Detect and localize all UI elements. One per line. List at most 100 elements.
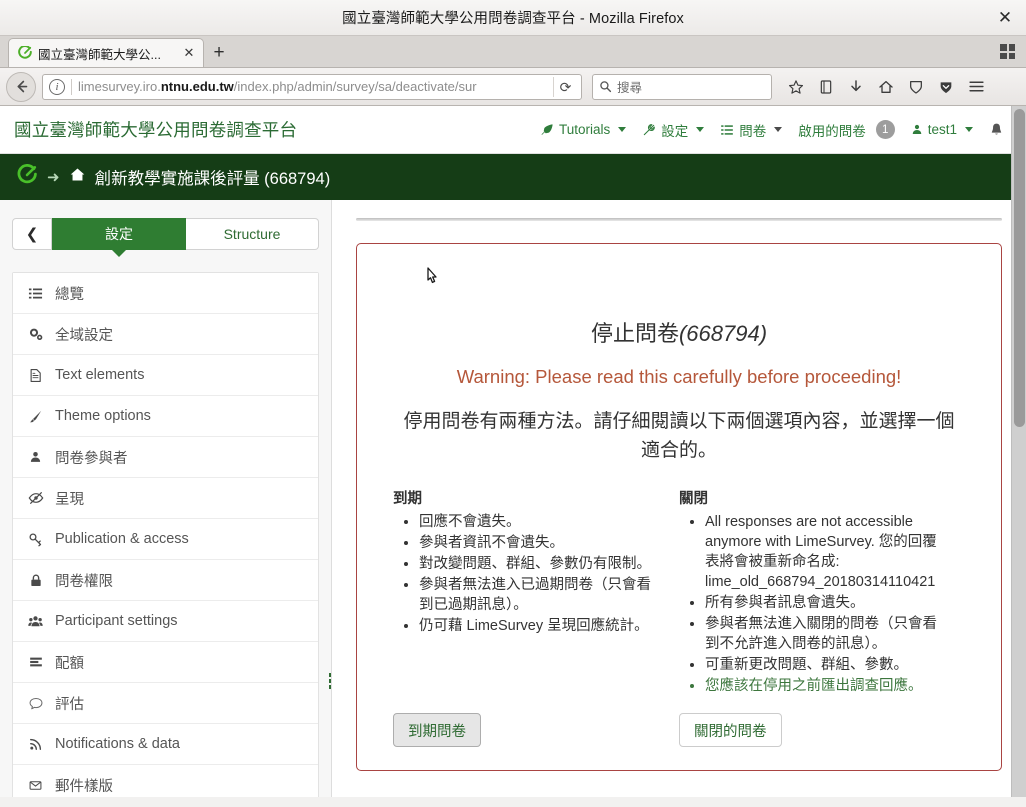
- app-navbar: 國立臺灣師範大學公用問卷調查平台 Tutorials 設定 問卷 啟用的問卷 1…: [0, 106, 1026, 154]
- search-icon: [600, 81, 612, 93]
- sidebar-item-survey-permissions[interactable]: 問卷權限: [13, 560, 318, 601]
- downloads-icon[interactable]: [842, 73, 870, 101]
- menu-item-surveys[interactable]: 問卷: [720, 120, 766, 140]
- action-buttons: 到期問卷 關閉的問卷: [393, 267, 965, 747]
- chevron-down-icon: [965, 127, 973, 132]
- sidebar-item-global-settings[interactable]: 全域設定: [13, 314, 318, 355]
- menu-item-user[interactable]: test1: [911, 122, 973, 137]
- chevron-down-icon-surveys[interactable]: [774, 127, 783, 132]
- tab-settings[interactable]: 設定: [52, 218, 186, 250]
- sidebar-item-theme-options[interactable]: Theme options: [13, 396, 318, 437]
- browser-tab-title: 國立臺灣師範大學公...: [38, 47, 161, 62]
- sidebar-item-label: Text elements: [55, 367, 145, 383]
- content-divider: [356, 218, 1002, 221]
- window-title: 國立臺灣師範大學公用問卷調查平台 - Mozilla Firefox: [342, 11, 684, 27]
- sidebar-item-notifications-data[interactable]: Notifications & data: [13, 724, 318, 765]
- user-icon: [27, 450, 44, 464]
- reload-icon[interactable]: ⟳: [553, 76, 577, 97]
- tab-structure[interactable]: Structure: [186, 218, 319, 250]
- sidebar-item-email-templates[interactable]: 郵件樣版: [13, 765, 318, 797]
- sidebar-collapse-button[interactable]: ❮: [12, 218, 52, 250]
- list-icon: [721, 124, 734, 135]
- option-expire: 到期 回應不會遺失。 參與者資訊不會遺失。 對改變問題、群組、參數仍有限制。 參…: [393, 487, 679, 697]
- close-survey-button[interactable]: 關閉的問卷: [679, 713, 782, 747]
- home-icon[interactable]: [69, 166, 86, 188]
- new-tab-button[interactable]: +: [204, 39, 234, 67]
- sidebar-item-participant-settings[interactable]: Participant settings: [13, 601, 318, 642]
- list-item: 可重新更改問題、群組、參數。: [705, 655, 951, 675]
- browser-tabstrip: 國立臺灣師範大學公... ✕ +: [0, 36, 1026, 68]
- page-scrollbar[interactable]: [1011, 106, 1026, 797]
- sidebar-item-label: 配額: [55, 655, 84, 672]
- comment-icon: [27, 696, 44, 711]
- pocket-icon[interactable]: [932, 73, 960, 101]
- expire-survey-button[interactable]: 到期問卷: [393, 713, 481, 747]
- limesurvey-logo-icon: [16, 163, 38, 191]
- bars-icon: [27, 655, 44, 669]
- back-button[interactable]: [6, 71, 36, 102]
- paintbrush-icon: [27, 409, 44, 424]
- sidebar-item-label: 郵件樣版: [55, 779, 113, 795]
- url-bar[interactable]: i limesurvey.iro.ntnu.edu.tw/index.php/a…: [42, 73, 582, 100]
- app-menu: Tutorials 設定 問卷 啟用的問卷 1 test1: [540, 120, 1012, 140]
- list-item: All responses are not accessible anymore…: [705, 512, 951, 592]
- menu-item-notifications[interactable]: [989, 122, 1004, 137]
- breadcrumb: ➜ 創新教學實施課後評量 (668794): [0, 154, 1026, 200]
- sidebar-item-label: 呈現: [55, 491, 84, 508]
- rss-icon: [27, 737, 44, 751]
- sidebar-item-publication-access[interactable]: Publication & access: [13, 519, 318, 560]
- bookmark-star-icon[interactable]: [782, 73, 810, 101]
- list-item: 回應不會遺失。: [419, 512, 665, 532]
- option-close-heading: 關閉: [679, 491, 708, 507]
- sidebar-item-overview[interactable]: 總覽: [13, 273, 318, 314]
- chevron-down-icon: [696, 127, 705, 132]
- sidebar-item-text-elements[interactable]: Text elements: [13, 355, 318, 396]
- list-item: 仍可藉 LimeSurvey 呈現回應統計。: [419, 616, 665, 636]
- menu-item-surveys-label: 問卷: [739, 123, 767, 139]
- sidebar-item-label: 評估: [55, 696, 84, 713]
- sidebar-item-label: 問卷權限: [55, 573, 113, 590]
- file-text-icon: [27, 368, 44, 383]
- url-prefix: limesurvey.iro.: [78, 79, 161, 94]
- sidebar-item-assessments[interactable]: 評估: [13, 683, 318, 724]
- app-brand[interactable]: 國立臺灣師範大學公用問卷調查平台: [14, 117, 297, 142]
- hamburger-menu-icon[interactable]: [962, 73, 990, 101]
- menu-item-active-surveys[interactable]: 啟用的問卷 1: [798, 120, 895, 140]
- home-icon[interactable]: [872, 73, 900, 101]
- browser-tab[interactable]: 國立臺灣師範大學公... ✕: [8, 38, 204, 67]
- users-icon: [27, 614, 44, 629]
- option-close-bullets: All responses are not accessible anymore…: [679, 512, 951, 696]
- list-item: 對改變問題、群組、參數仍有限制。: [419, 554, 665, 574]
- tab-close-icon[interactable]: ✕: [181, 45, 197, 61]
- sidebar-item-presentation[interactable]: 呈現: [13, 478, 318, 519]
- page-scrollbar-thumb[interactable]: [1014, 109, 1025, 427]
- menu-item-settings[interactable]: 設定: [642, 120, 705, 140]
- firefox-window: 國立臺灣師範大學公用問卷調查平台 - Mozilla Firefox ✕ 國立臺…: [0, 0, 1026, 807]
- deactivate-panel: 停止問卷(668794) Warning: Please read this c…: [356, 243, 1002, 771]
- rocket-icon: [541, 123, 553, 135]
- menu-item-user-label: test1: [927, 122, 957, 137]
- sidebar-item-label: Participant settings: [55, 613, 178, 629]
- menu-item-tutorials[interactable]: Tutorials: [540, 122, 627, 137]
- wrench-icon: [644, 123, 655, 135]
- sidebar-item-quotas[interactable]: 配額: [13, 642, 318, 683]
- sidebar-item-label: Theme options: [55, 408, 151, 424]
- envelope-icon: [27, 779, 44, 792]
- eye-slash-icon: [27, 490, 44, 506]
- list-all-tabs-icon[interactable]: [1000, 44, 1018, 62]
- menu-item-tutorials-label: Tutorials: [558, 122, 611, 137]
- list-item: 參與者資訊不會遺失。: [419, 533, 665, 553]
- library-icon[interactable]: [812, 73, 840, 101]
- site-info-icon[interactable]: i: [49, 78, 65, 95]
- search-placeholder: 搜尋: [617, 81, 643, 95]
- limesurvey-favicon-icon: [17, 46, 32, 61]
- options-columns: 到期 回應不會遺失。 參與者資訊不會遺失。 對改變問題、群組、參數仍有限制。 參…: [393, 487, 965, 697]
- breadcrumb-survey-title: 創新教學實施課後評量 (668794): [94, 170, 331, 188]
- window-close-icon[interactable]: ✕: [992, 5, 1018, 31]
- shield-icon[interactable]: [902, 73, 930, 101]
- sidebar-item-survey-participants[interactable]: 問卷參與者: [13, 437, 318, 478]
- list-icon: [27, 286, 44, 301]
- option-expire-bullets: 回應不會遺失。 參與者資訊不會遺失。 對改變問題、群組、參數仍有限制。 參與者無…: [393, 512, 665, 636]
- gears-icon: [27, 326, 44, 342]
- search-bar[interactable]: 搜尋: [592, 73, 772, 100]
